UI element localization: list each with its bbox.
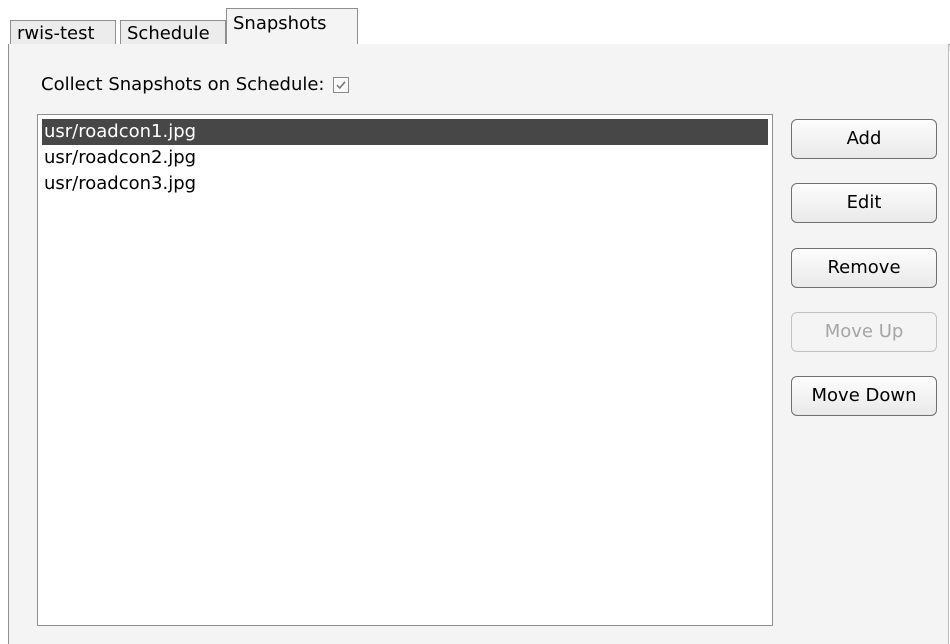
list-item[interactable]: usr/roadcon3.jpg [42, 171, 768, 197]
tab-strip: rwis-test Schedule Snapshots [8, 8, 950, 51]
edit-button[interactable]: Edit [791, 183, 937, 223]
remove-button[interactable]: Remove [791, 248, 937, 288]
snapshot-list[interactable]: usr/roadcon1.jpg usr/roadcon2.jpg usr/ro… [37, 114, 773, 626]
collect-snapshots-checkbox[interactable] [332, 76, 349, 93]
tab-snapshots[interactable]: Snapshots [226, 8, 358, 44]
add-button[interactable]: Add [791, 119, 937, 159]
move-up-button[interactable]: Move Up [791, 312, 937, 352]
snapshots-panel: Collect Snapshots on Schedule: usr/roadc… [8, 44, 949, 644]
move-down-button[interactable]: Move Down [791, 376, 937, 416]
snapshot-dialog: rwis-test Schedule Snapshots Collect Sna… [0, 0, 950, 644]
check-icon [335, 80, 346, 89]
collect-snapshots-label: Collect Snapshots on Schedule: [41, 74, 325, 95]
list-item[interactable]: usr/roadcon1.jpg [42, 119, 768, 145]
collect-snapshots-row: Collect Snapshots on Schedule: [41, 74, 349, 95]
list-item[interactable]: usr/roadcon2.jpg [42, 145, 768, 171]
